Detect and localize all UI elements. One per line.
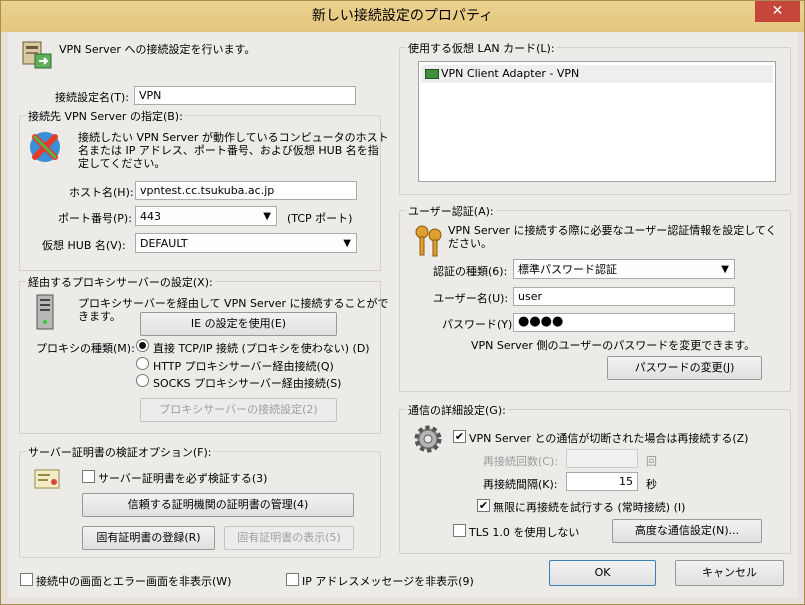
- hide-ip-checkbox[interactable]: [286, 573, 299, 586]
- proxy-direct-label[interactable]: 直接 TCP/IP 接続 (プロキシを使わない) (D): [153, 340, 370, 356]
- proxy-socks-radio[interactable]: [136, 374, 149, 387]
- password-input[interactable]: ●●●●: [513, 313, 735, 332]
- proxy-http-label[interactable]: HTTP プロキシサーバー経由接続(Q): [153, 358, 334, 374]
- no-tls-checkbox[interactable]: [453, 524, 466, 537]
- cancel-button[interactable]: キャンセル: [675, 560, 784, 586]
- proxy-direct-radio[interactable]: [136, 339, 149, 352]
- close-button[interactable]: ✕: [755, 1, 800, 22]
- proxy-settings-button[interactable]: プロキシサーバーの接続設定(2): [140, 398, 337, 422]
- retry-interval-unit: 秒: [646, 478, 657, 491]
- proxy-group-label: 経由するプロキシサーバーの設定(X):: [26, 274, 215, 290]
- password-label: パスワード(Y):: [442, 318, 517, 331]
- auth-description-2: ださい。: [448, 237, 492, 250]
- proxy-description-2: きます。: [78, 310, 121, 323]
- network-x-icon: [27, 129, 63, 165]
- user-auth-group-label: ユーザー認証(A):: [406, 203, 496, 219]
- hide-screens-label[interactable]: 接続中の画面とエラー画面を非表示(W): [36, 573, 231, 589]
- proxy-http-radio[interactable]: [136, 357, 149, 370]
- username-input[interactable]: user: [513, 287, 735, 306]
- retry-count-label: 再接続回数(C):: [483, 455, 558, 468]
- ok-button[interactable]: OK: [549, 560, 656, 586]
- host-input[interactable]: vpntest.cc.tsukuba.ac.jp: [135, 181, 357, 200]
- keys-icon: [411, 223, 447, 259]
- cert-group-label: サーバー証明書の検証オプション(F):: [26, 444, 214, 460]
- network-adapter-icon: [425, 69, 439, 79]
- hub-select[interactable]: DEFAULT ▼: [135, 233, 357, 253]
- window-title: 新しい接続設定のプロパティ: [311, 8, 494, 24]
- show-cert-button[interactable]: 固有証明書の表示(5): [224, 526, 354, 550]
- auth-type-label: 認証の種類(6):: [433, 265, 508, 278]
- setting-name-label: 接続設定名(T):: [55, 91, 130, 104]
- lan-card-item-label: VPN Client Adapter - VPN: [441, 67, 580, 80]
- proxy-description-1: プロキシサーバーを経由して VPN Server に接続することがで: [78, 297, 389, 310]
- target-server-group-label: 接続先 VPN Server の指定(B):: [26, 108, 185, 124]
- hide-ip-label[interactable]: IP アドレスメッセージを非表示(9): [302, 573, 474, 589]
- hub-value: DEFAULT: [140, 237, 188, 250]
- title-bar[interactable]: 新しい接続設定のプロパティ ✕: [1, 1, 804, 32]
- verify-cert-label[interactable]: サーバー証明書を必ず検証する(3): [98, 470, 267, 486]
- proxy-type-label: プロキシの種類(M):: [36, 342, 135, 355]
- certificate-icon: [34, 469, 60, 489]
- reconnect-checkbox[interactable]: ✔: [453, 430, 466, 443]
- port-label: ポート番号(P):: [58, 212, 132, 225]
- infinite-retry-checkbox[interactable]: ✔: [477, 499, 490, 512]
- computer-connect-icon: [20, 39, 54, 73]
- header-description: VPN Server への接続設定を行います。: [59, 43, 256, 56]
- lan-card-list[interactable]: VPN Client Adapter - VPN: [418, 61, 776, 182]
- hub-label: 仮想 HUB 名(V):: [42, 239, 126, 252]
- port-value: 443: [140, 210, 161, 223]
- comm-group-label: 通信の詳細設定(G):: [406, 402, 508, 418]
- auth-type-select[interactable]: 標準パスワード認証 ▼: [513, 259, 735, 279]
- no-tls-label[interactable]: TLS 1.0 を使用しない: [469, 524, 579, 540]
- hide-screens-checkbox[interactable]: [20, 573, 33, 586]
- proxy-socks-label[interactable]: SOCKS プロキシサーバー経由接続(S): [153, 375, 341, 391]
- verify-cert-checkbox[interactable]: [82, 470, 95, 483]
- reconnect-label[interactable]: VPN Server との通信が切断された場合は再接続する(Z): [469, 430, 748, 446]
- lan-card-group-label: 使用する仮想 LAN カード(L):: [406, 40, 557, 56]
- auth-type-value: 標準パスワード認証: [518, 263, 617, 276]
- username-label: ユーザー名(U):: [433, 292, 509, 305]
- retry-interval-label: 再接続間隔(K):: [483, 478, 558, 491]
- chevron-down-icon: ▼: [343, 238, 351, 249]
- manage-ca-button[interactable]: 信頼する証明機関の証明書の管理(4): [82, 493, 354, 517]
- retry-interval-input[interactable]: 15: [566, 472, 638, 491]
- dialog-window: 新しい接続設定のプロパティ ✕ VPN Server への接続設定を行います。 …: [0, 0, 805, 605]
- server-tower-icon: [35, 294, 55, 330]
- password-change-note: VPN Server 側のユーザーのパスワードを変更できます。: [471, 339, 756, 352]
- setting-name-input[interactable]: VPN: [134, 86, 356, 105]
- retry-count-unit: 回: [646, 455, 657, 468]
- auth-description-1: VPN Server に接続する際に必要なユーザー認証情報を設定してく: [448, 224, 777, 237]
- port-note: (TCP ポート): [287, 212, 353, 225]
- advanced-settings-button[interactable]: 高度な通信設定(N)...: [612, 519, 762, 543]
- port-select[interactable]: 443 ▼: [135, 206, 277, 226]
- target-description-3: 定してください。: [78, 157, 166, 170]
- chevron-down-icon: ▼: [263, 211, 271, 222]
- dialog-client: VPN Server への接続設定を行います。 接続設定名(T): VPN 接続…: [8, 32, 798, 598]
- infinite-retry-label[interactable]: 無限に再接続を試行する (常時接続) (I): [493, 499, 685, 515]
- change-password-button[interactable]: パスワードの変更(J): [607, 356, 762, 380]
- chevron-down-icon: ▼: [721, 264, 729, 275]
- register-cert-button[interactable]: 固有証明書の登録(R): [82, 526, 215, 550]
- host-label: ホスト名(H):: [69, 186, 134, 199]
- use-ie-settings-button[interactable]: IE の設定を使用(E): [140, 312, 337, 336]
- gear-icon: [413, 424, 443, 454]
- list-item[interactable]: VPN Client Adapter - VPN: [421, 65, 773, 83]
- retry-count-input[interactable]: [566, 449, 638, 468]
